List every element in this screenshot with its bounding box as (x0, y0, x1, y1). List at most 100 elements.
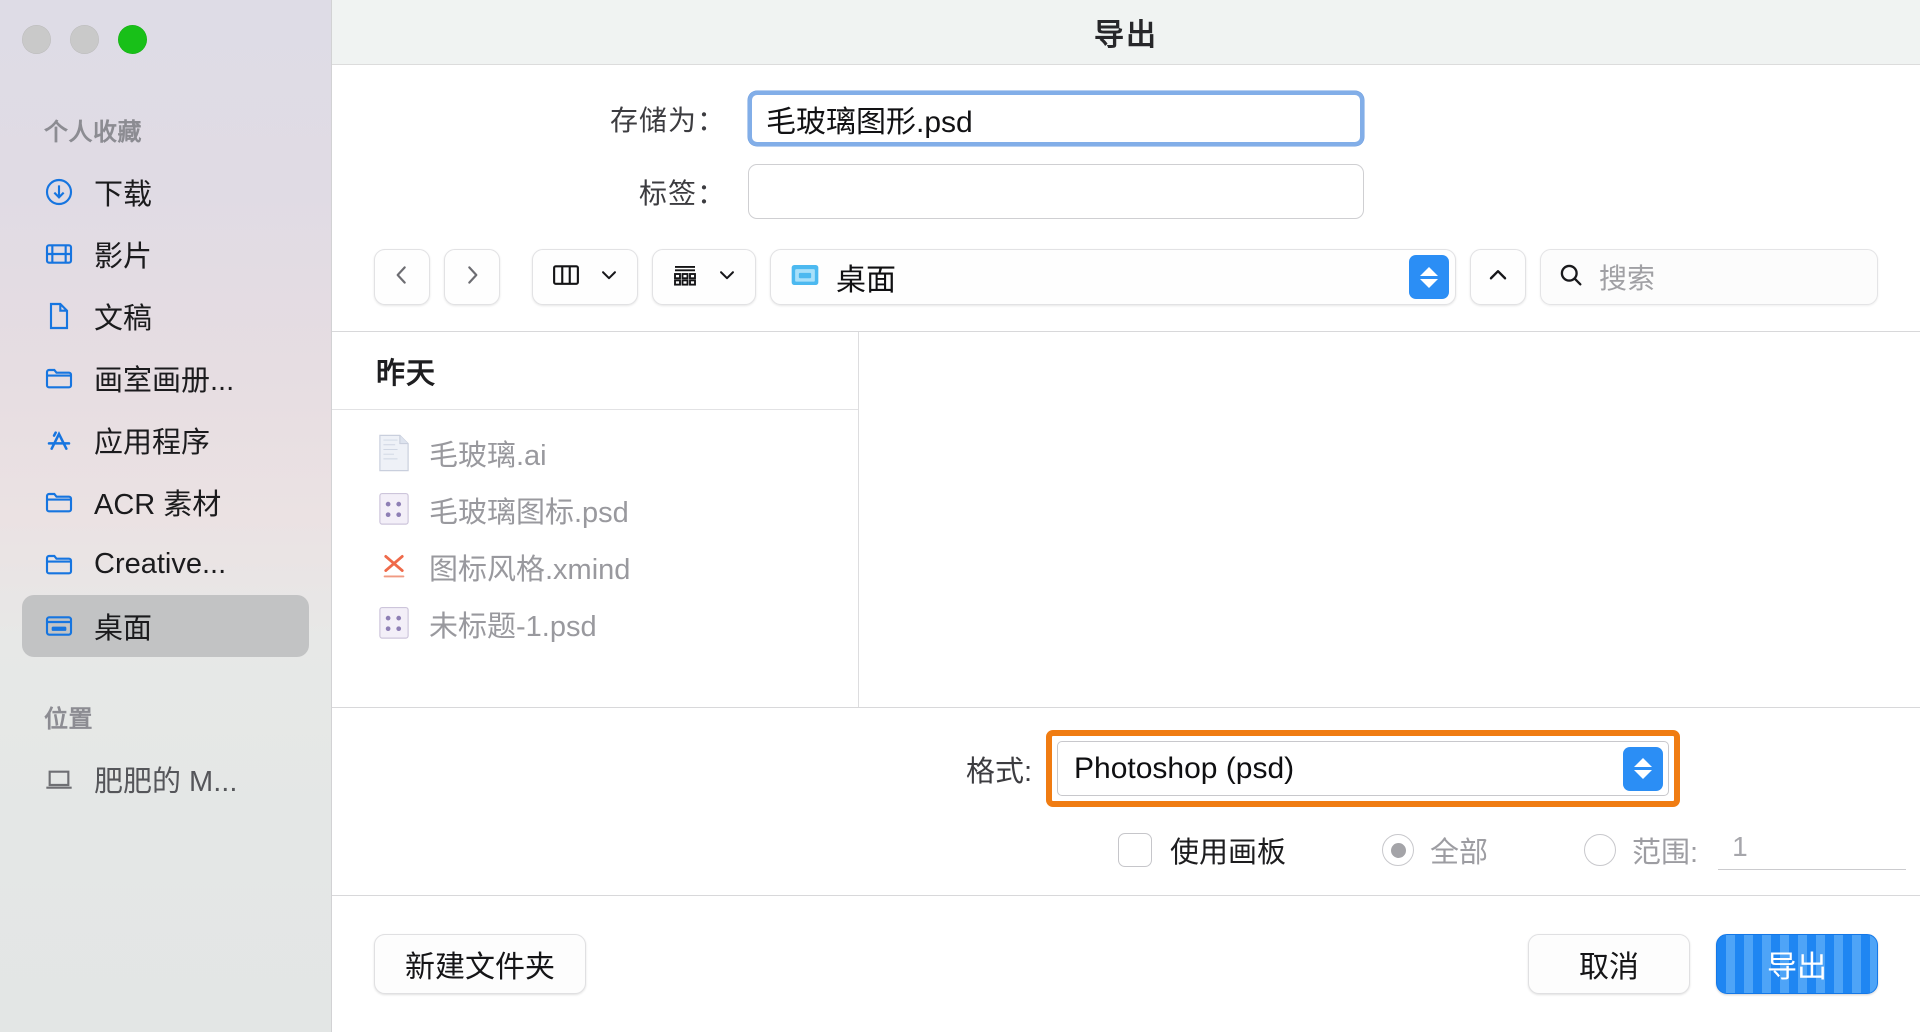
radio-dot (1391, 843, 1406, 858)
radio-range[interactable]: 范围: (1584, 829, 1698, 871)
file-column: 昨天 毛玻璃.ai (332, 332, 859, 707)
save-as-label: 存储为： (332, 99, 748, 139)
sidebar-item-label: 应用程序 (94, 419, 210, 461)
desktop-icon (42, 609, 76, 643)
save-form: 存储为： 毛玻璃图形.psd 标签： (332, 65, 1920, 241)
file-name: 未标题-1.psd (429, 603, 597, 645)
close-button[interactable] (22, 25, 51, 54)
sidebar-item-label: 文稿 (94, 295, 152, 337)
format-label: 格式: (332, 748, 1032, 790)
forward-button[interactable] (444, 249, 500, 305)
file-name: 图标风格.xmind (429, 546, 630, 588)
save-as-input[interactable]: 毛玻璃图形.psd (748, 91, 1364, 146)
chevron-up-icon (1485, 262, 1511, 293)
page-title: 导出 (1094, 10, 1158, 54)
ai-file-icon (376, 433, 412, 473)
file-name: 毛玻璃.ai (429, 432, 547, 474)
save-as-row: 存储为： 毛玻璃图形.psd (332, 91, 1920, 146)
sidebar-item-label: 下载 (94, 171, 152, 213)
sidebar-section-locations-title: 位置 (0, 699, 331, 734)
use-artboards-checkbox[interactable] (1118, 833, 1152, 867)
file-group-title: 昨天 (376, 350, 436, 392)
range-input[interactable]: 1 (1718, 831, 1906, 870)
radio-all-control[interactable] (1382, 834, 1414, 866)
search-placeholder: 搜索 (1599, 257, 1655, 297)
file-name: 毛玻璃图标.psd (429, 489, 629, 531)
format-highlight-box: Photoshop (psd) (1046, 730, 1680, 807)
dialog-titlebar: 导出 (332, 0, 1920, 65)
group-items-icon (670, 260, 700, 295)
film-icon (42, 237, 76, 271)
sidebar-locations-list: 肥肥的 M... (0, 748, 331, 810)
location-stepper[interactable] (1409, 255, 1449, 299)
artboard-options-row: 使用画板 全部 范围: 1 (332, 829, 1920, 871)
chevron-down-icon (598, 264, 620, 291)
radio-all-label: 全部 (1430, 829, 1488, 871)
minimize-button[interactable] (70, 25, 99, 54)
folder-icon (42, 547, 76, 581)
dialog-footer: 新建文件夹 取消 导出 (332, 896, 1920, 1032)
sidebar-item-macbook[interactable]: 肥肥的 M... (22, 748, 309, 810)
export-save-dialog: 个人收藏 下载 影片 (0, 0, 1920, 1032)
folder-icon (42, 361, 76, 395)
sidebar-item-acr[interactable]: ACR 素材 (22, 471, 309, 533)
radio-range-control[interactable] (1584, 834, 1616, 866)
download-circle-icon (42, 175, 76, 209)
psd-file-icon (376, 490, 412, 530)
use-artboards-label: 使用画板 (1170, 829, 1286, 871)
sidebar-favorites-list: 下载 影片 文稿 (0, 161, 331, 657)
radio-all[interactable]: 全部 (1382, 829, 1488, 871)
export-options: 格式: Photoshop (psd) 使用画板 全部 (332, 708, 1920, 896)
xmind-file-icon (376, 547, 412, 587)
radio-range-label: 范围: (1632, 829, 1698, 871)
sidebar-item-documents[interactable]: 文稿 (22, 285, 309, 347)
tags-row: 标签： (332, 164, 1920, 219)
psd-file-icon (376, 604, 412, 644)
sidebar-item-label: 影片 (94, 233, 152, 275)
export-button-label: 导出 (1767, 942, 1827, 986)
sidebar-item-huashi[interactable]: 画室画册... (22, 347, 309, 409)
location-combobox[interactable]: 桌面 (770, 249, 1456, 305)
chevron-right-icon (459, 262, 485, 293)
location-name: 桌面 (836, 255, 896, 299)
sidebar-section-favorites-title: 个人收藏 (0, 112, 331, 147)
format-select[interactable]: Photoshop (psd) (1057, 741, 1669, 796)
folder-icon (42, 485, 76, 519)
dialog-pane: 导出 存储为： 毛玻璃图形.psd 标签： (332, 0, 1920, 1032)
back-button[interactable] (374, 249, 430, 305)
chevron-left-icon (389, 262, 415, 293)
sidebar-item-creative[interactable]: Creative... (22, 533, 309, 595)
file-column-header: 昨天 (332, 332, 858, 410)
tags-label: 标签： (332, 172, 748, 212)
new-folder-button[interactable]: 新建文件夹 (374, 934, 586, 994)
laptop-icon (42, 762, 76, 796)
sidebar-item-downloads[interactable]: 下载 (22, 161, 309, 223)
stepper-up-icon (1634, 758, 1652, 767)
group-items-button[interactable] (652, 249, 756, 305)
cancel-button[interactable]: 取消 (1528, 934, 1690, 994)
zoom-button[interactable] (118, 25, 147, 54)
sidebar-item-label: ACR 素材 (94, 481, 221, 523)
export-button[interactable]: 导出 (1716, 934, 1878, 994)
list-item[interactable]: 图标风格.xmind (332, 538, 858, 595)
search-icon (1557, 261, 1585, 294)
go-up-button[interactable] (1470, 249, 1526, 305)
search-field[interactable]: 搜索 (1540, 249, 1878, 305)
stepper-down-icon (1420, 279, 1438, 288)
sidebar-item-label: 画室画册... (94, 357, 234, 399)
sidebar-item-label: Creative... (94, 548, 226, 581)
list-item[interactable]: 毛玻璃.ai (332, 424, 858, 481)
file-list: 毛玻璃.ai 毛玻璃图标.psd (332, 410, 858, 707)
file-browser: 昨天 毛玻璃.ai (332, 332, 1920, 708)
format-stepper[interactable] (1623, 747, 1663, 791)
list-item[interactable]: 未标题-1.psd (332, 595, 858, 652)
sidebar-item-label: 肥肥的 M... (94, 758, 237, 800)
sidebar-item-movies[interactable]: 影片 (22, 223, 309, 285)
sidebar-item-desktop[interactable]: 桌面 (22, 595, 309, 657)
appstore-icon (42, 423, 76, 457)
list-item[interactable]: 毛玻璃图标.psd (332, 481, 858, 538)
tags-input[interactable] (748, 164, 1364, 219)
format-value: Photoshop (psd) (1074, 752, 1294, 786)
sidebar-item-applications[interactable]: 应用程序 (22, 409, 309, 471)
view-mode-button[interactable] (532, 249, 638, 305)
